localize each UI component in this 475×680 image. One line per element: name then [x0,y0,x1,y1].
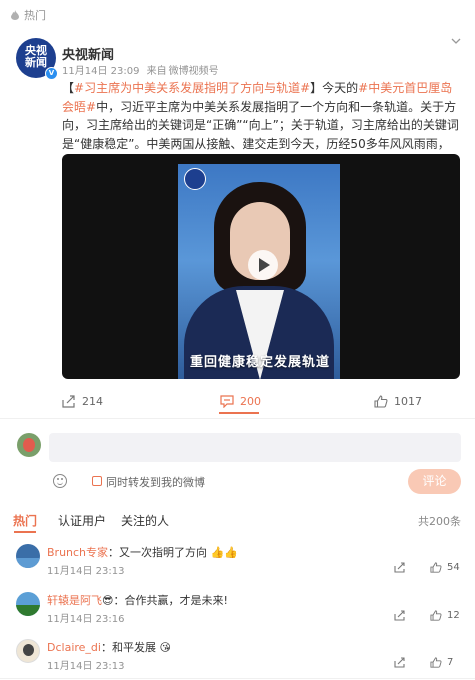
comment-like-count: 12 [447,610,460,621]
share-button[interactable]: 214 [62,395,103,408]
comment-body: 轩辕是阿飞😎：合作共赢，才是未来! [47,592,228,608]
commenter-name[interactable]: Brunch专家 [47,546,108,559]
thumbs-emoji-icon: 👍 [210,546,225,559]
thumbs-up-icon [430,562,442,573]
comment-total: 共200条 [418,515,461,528]
post-source[interactable]: 微博视频号 [169,66,219,77]
post-meta: 11月14日 23:09 来自 微博视频号 [62,62,223,77]
hot-tag: 热门 [10,7,46,23]
share-icon[interactable] [394,562,406,573]
like-button[interactable]: 1017 [374,395,422,408]
tab-active-indicator [14,531,36,533]
comment-like-button[interactable]: 7 [430,657,453,668]
comment-text: ：合作共赢，才是未来! [113,594,228,607]
hashtag-link[interactable]: #习主席为中美关系发展指明了方向与轨道# [74,81,310,95]
comment-like-button[interactable]: 12 [430,610,460,621]
commenter-name[interactable]: 轩辕是阿飞 [47,594,102,607]
thumbs-up-icon [374,395,388,408]
thumbs-up-icon [430,610,442,621]
active-tab-indicator [219,412,259,414]
comment-button[interactable]: 200 [220,395,261,408]
comment-count: 200 [240,395,261,408]
repost-label[interactable]: 同时转发到我的微博 [106,474,205,490]
text-segment: 【 [62,81,75,95]
tab-hot[interactable]: 热门 [13,512,37,529]
cctv-logo-icon [184,168,206,190]
post-time: 11月14日 23:09 [62,66,140,77]
comment-icon [220,395,234,408]
author-name[interactable]: 央视新闻 [62,44,114,63]
thumbs-emoji-icon: 👍 [224,546,238,559]
thumbs-up-icon [430,657,442,668]
share-icon[interactable] [394,610,406,621]
chevron-down-icon[interactable] [451,38,461,44]
commenter-avatar[interactable] [16,592,40,616]
comment-text: ：和平发展 [100,641,156,654]
video-player[interactable]: 重回健康稳定发展轨道 [62,154,460,379]
author-avatar[interactable]: 央视 新闻 V [16,38,58,80]
fire-icon [11,10,19,20]
comment-like-count: 7 [447,657,454,668]
text-segment: 】今天的 [310,81,359,95]
comment-input[interactable] [49,433,461,462]
commenter-name[interactable]: Dclaire_di [47,641,101,654]
commenter-avatar[interactable] [16,639,40,663]
comment-body: Dclaire_di：和平发展 😘 [47,639,171,655]
play-icon[interactable] [248,250,278,280]
like-count: 1017 [394,395,422,408]
share-icon [62,395,75,408]
comment-time: 11月14日 23:16 [47,614,125,625]
comment-time: 11月14日 23:13 [47,566,125,577]
emoji-icon[interactable] [53,474,67,488]
kiss-emoji-icon: 😘 [159,641,171,654]
comment-time: 11月14日 23:13 [47,661,125,672]
source-prefix: 来自 [146,66,167,77]
divider [0,418,475,419]
send-comment-button[interactable]: 评论 [408,469,461,494]
commenter-avatar[interactable] [16,544,40,568]
comment-like-button[interactable]: 54 [430,562,460,573]
share-count: 214 [82,395,103,408]
tab-verified-users[interactable]: 认证用户 [58,512,106,529]
divider [0,678,475,679]
my-avatar [17,433,41,457]
user-badge-icon: 😎 [102,594,114,607]
verified-badge-icon: V [45,67,58,80]
comment-like-count: 54 [447,562,460,573]
repost-checkbox[interactable] [92,476,102,486]
tab-following[interactable]: 关注的人 [121,512,169,529]
comment-body: Brunch专家：又一次指明了方向 👍👍 [47,544,238,560]
hot-tag-label: 热门 [24,9,46,22]
comment-text: ：又一次指明了方向 [108,546,208,559]
video-caption: 重回健康稳定发展轨道 [190,355,331,370]
share-icon[interactable] [394,657,406,668]
